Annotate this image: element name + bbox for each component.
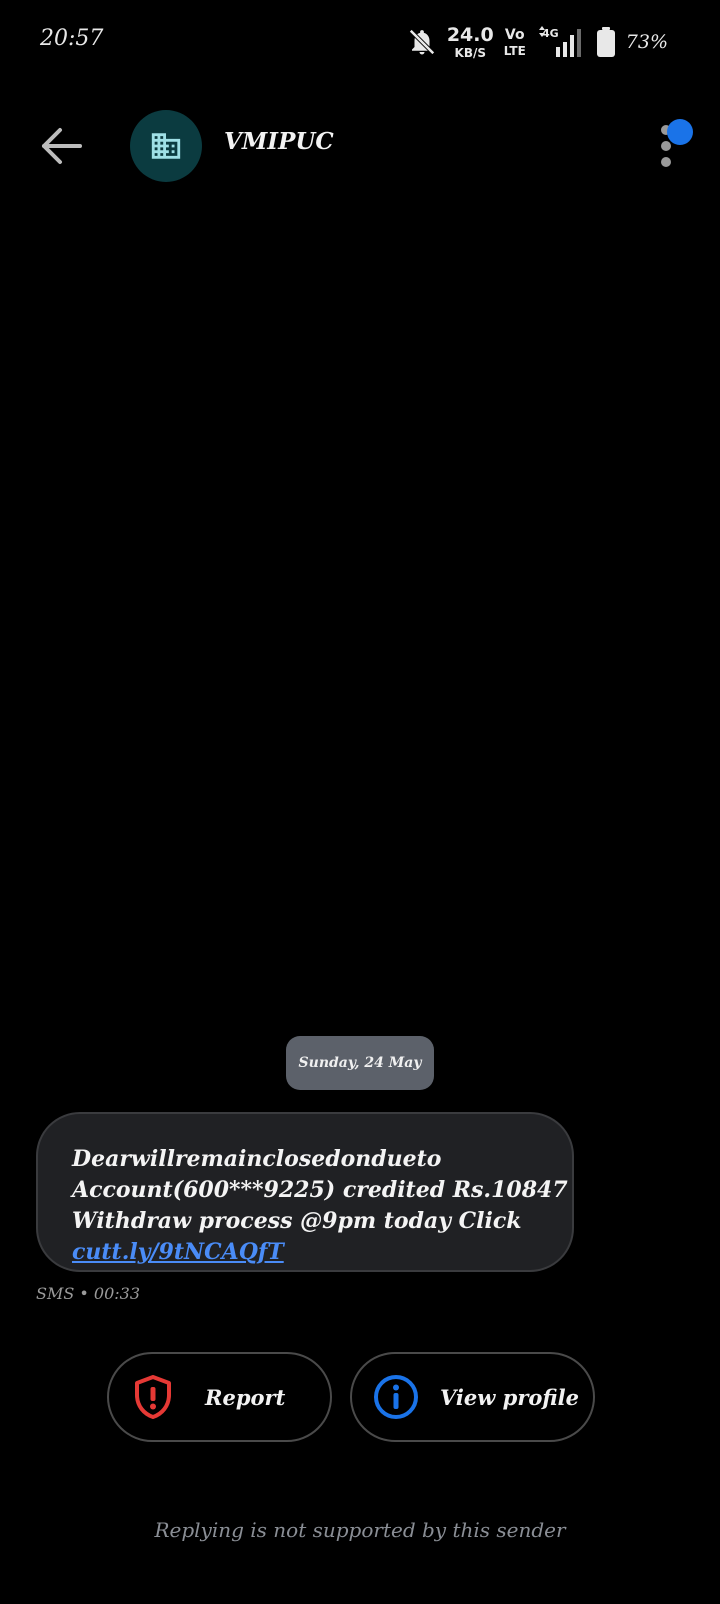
volte-indicator: Vo LTE bbox=[504, 28, 526, 57]
avatar[interactable] bbox=[130, 110, 202, 182]
network-speed: 24.0 KB/S bbox=[446, 23, 494, 60]
message-text: Dearwillremainclosedondueto Account(600*… bbox=[72, 1144, 568, 1268]
status-bar: 20:57 24.0 KB/S Vo LTE 4G 73% bbox=[0, 0, 720, 84]
message-link[interactable]: cutt.ly/9tNCAQfT bbox=[72, 1237, 542, 1268]
notifications-muted-icon bbox=[409, 29, 435, 55]
battery-percent: 73% bbox=[625, 31, 668, 53]
message-meta: SMS • 00:33 bbox=[36, 1284, 141, 1303]
shield-alert-icon bbox=[135, 1375, 171, 1419]
report-button[interactable]: Report bbox=[107, 1352, 332, 1442]
building-icon bbox=[151, 133, 181, 159]
contact-name: VMIPUC bbox=[224, 128, 334, 155]
network-speed-unit: KB/S bbox=[454, 45, 487, 60]
message-line: Dearwillremainclosedondueto bbox=[72, 1146, 442, 1172]
status-icons: 24.0 KB/S Vo LTE 4G 73% bbox=[407, 24, 668, 60]
reply-unsupported-note: Replying is not supported by this sender bbox=[154, 1518, 566, 1542]
more-options-icon[interactable] bbox=[650, 116, 700, 180]
volte-top: Vo bbox=[504, 26, 525, 43]
volte-bottom: LTE bbox=[503, 43, 526, 58]
message-bubble[interactable]: Dearwillremainclosedondueto Account(600*… bbox=[36, 1112, 574, 1272]
message-line: Withdraw process @9pm today Click bbox=[72, 1208, 522, 1234]
signal-icon: 4G bbox=[538, 26, 581, 57]
conversation-header: VMIPUC bbox=[0, 100, 720, 190]
date-separator: Sunday, 24 May bbox=[286, 1036, 434, 1090]
view-profile-button[interactable]: View profile bbox=[350, 1352, 595, 1442]
notification-dot-icon bbox=[667, 119, 693, 145]
message-line: Account(600***9225) credited Rs.10847 bbox=[72, 1177, 568, 1203]
report-label: Report bbox=[205, 1384, 286, 1410]
status-time: 20:57 bbox=[40, 26, 104, 51]
info-icon bbox=[374, 1375, 418, 1419]
network-speed-value: 24.0 bbox=[446, 23, 494, 46]
battery-icon bbox=[596, 27, 615, 57]
back-arrow-icon[interactable] bbox=[36, 120, 88, 172]
view-profile-label: View profile bbox=[440, 1384, 580, 1410]
